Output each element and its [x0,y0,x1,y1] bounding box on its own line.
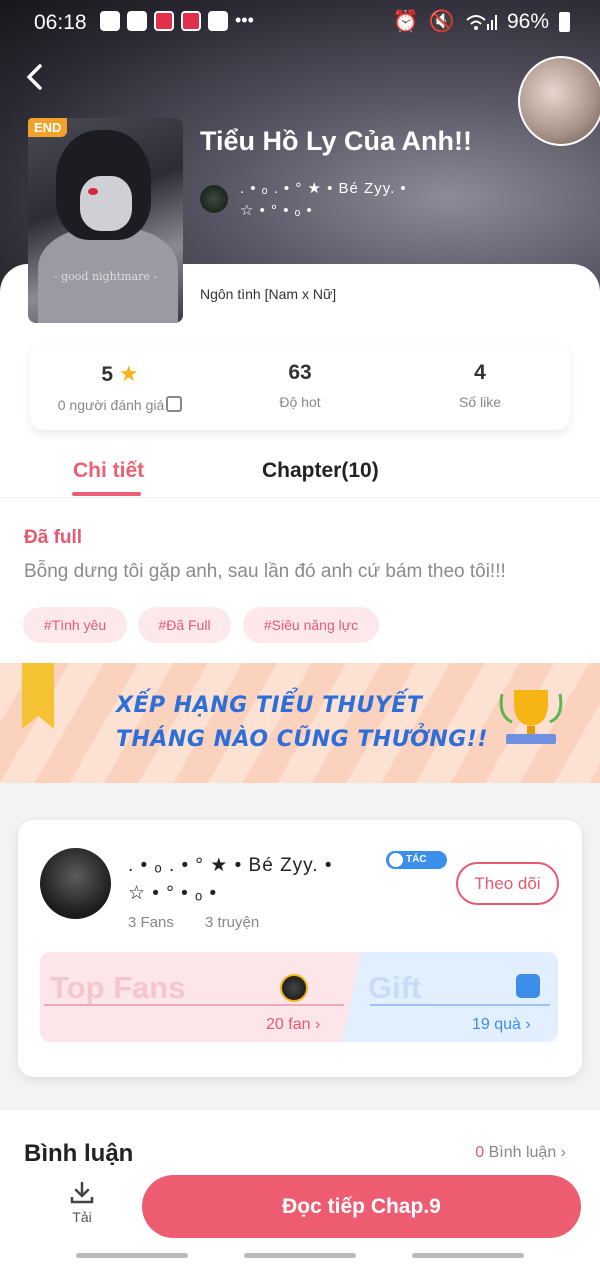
active-tab-indicator [72,492,141,496]
mute-icon: 🔇 [428,10,455,33]
end-badge: END [28,118,68,137]
system-icons: ⏰ 🔇 96% [393,10,570,34]
story-cover[interactable]: - good nightmare - [28,118,183,323]
battery-percent: 96% [506,10,549,33]
fans-gift-panel: Top Fans Gift 20 fan › 19 quà › [40,952,558,1042]
banner-text: XẾP HẠNG TIỂU THUYẾT THÁNG NÀO CŨNG THƯỞ… [116,693,488,752]
wifi-signal-icon [466,15,497,30]
status-time: 06:18 [34,11,87,34]
hot-value: 63 [288,361,312,384]
comments-title: Bình luận [24,1140,134,1167]
trophy-icon [499,690,563,744]
more-dots-icon: ••• [235,10,254,30]
tag-chip[interactable]: #Tình yêu [23,607,127,643]
fans-count: 3 Fans [128,914,174,931]
shopping-bag-icon [100,10,120,31]
author-card-avatar[interactable] [40,848,111,919]
alarm-icon: ⏰ [392,10,419,33]
status-bar: 06:18 ••• ⏰ 🔇 96% [0,0,600,44]
notification-icons: ••• [100,10,254,31]
nav-back[interactable] [412,1253,524,1258]
back-arrow-icon[interactable] [20,60,50,94]
rating-value: 5 [101,363,114,386]
top-fan-avatar [280,974,308,1002]
floating-avatar[interactable] [518,56,600,146]
cover-caption: - good nightmare - [53,270,158,283]
story-description: Bỗng dưng tôi gặp anh, sau lần đó anh cứ… [24,561,506,582]
fan-count[interactable]: 20 fan › [266,1016,320,1034]
edit-icon[interactable] [166,396,183,412]
chevron-right-icon: › [314,1016,321,1033]
download-icon [70,1181,94,1204]
like-value: 4 [474,361,486,384]
gift-title: Gift [368,970,422,1005]
download-button[interactable]: Tải [60,1180,104,1230]
tag-chip[interactable]: #Đã Full [138,607,231,643]
follow-button[interactable]: Theo dõi [456,862,559,905]
facebook-icon [127,10,147,31]
chevron-right-icon: › [525,1016,531,1033]
section-divider [0,783,600,801]
author-badge: TÁC GIẢ [386,851,447,883]
chevron-right-icon: › [560,1144,566,1161]
tag-chip[interactable]: #Siêu năng lực [243,607,379,643]
star-icon: ★ [118,361,139,386]
story-title: Tiểu Hồ Ly Của Anh!! [200,126,472,156]
rating-stat[interactable]: 5 ★ 0 người đánh giá [30,361,210,413]
top-fans-title: Top Fans [50,970,186,1005]
hot-stat: 63 Độ hot [210,361,390,410]
tab-detail[interactable]: Chi tiết [73,459,144,483]
stats-card: 5 ★ 0 người đánh giá 63 Độ hot 4 Số like [30,345,570,430]
gift-icon [516,974,540,998]
nav-home[interactable] [244,1253,356,1258]
author-badge-icon [389,853,403,867]
genre-label: Ngôn tình [Nam x Nữ] [200,286,337,302]
author-card-name[interactable]: . • ₒ . • ° ★ • Bé Zyy. • ☆ • ° • ₒ • [128,852,358,908]
author-avatar[interactable] [200,185,228,213]
gift-count[interactable]: 19 quà › [472,1016,531,1034]
author-name[interactable]: . • ₒ . • ° ★ • Bé Zyy. • ☆ • ° • ₒ • [240,178,440,222]
comments-link[interactable]: 0 Bình luận › [475,1144,566,1162]
qr-icon [208,10,228,31]
like-label: Số like [458,394,502,410]
completion-status: Đã full [24,527,83,548]
like-stat: 4 Số like [390,361,570,410]
hot-label: Độ hot [279,394,321,410]
nav-recent[interactable] [76,1253,188,1258]
stories-count: 3 truyện [205,914,260,931]
tab-chapters[interactable]: Chapter(10) [262,459,379,483]
download-label: Tải [72,1209,92,1225]
mangatoon-icon [154,10,174,31]
battery-icon [559,12,570,32]
bookmark-ribbon-icon [22,663,54,729]
mangatoon-icon [181,10,201,31]
rating-label: 0 người đánh giá [57,397,165,413]
continue-reading-button[interactable]: Đọc tiếp Chap.9 [142,1175,581,1238]
tab-bar: Chi tiết Chapter(10) [0,452,600,498]
